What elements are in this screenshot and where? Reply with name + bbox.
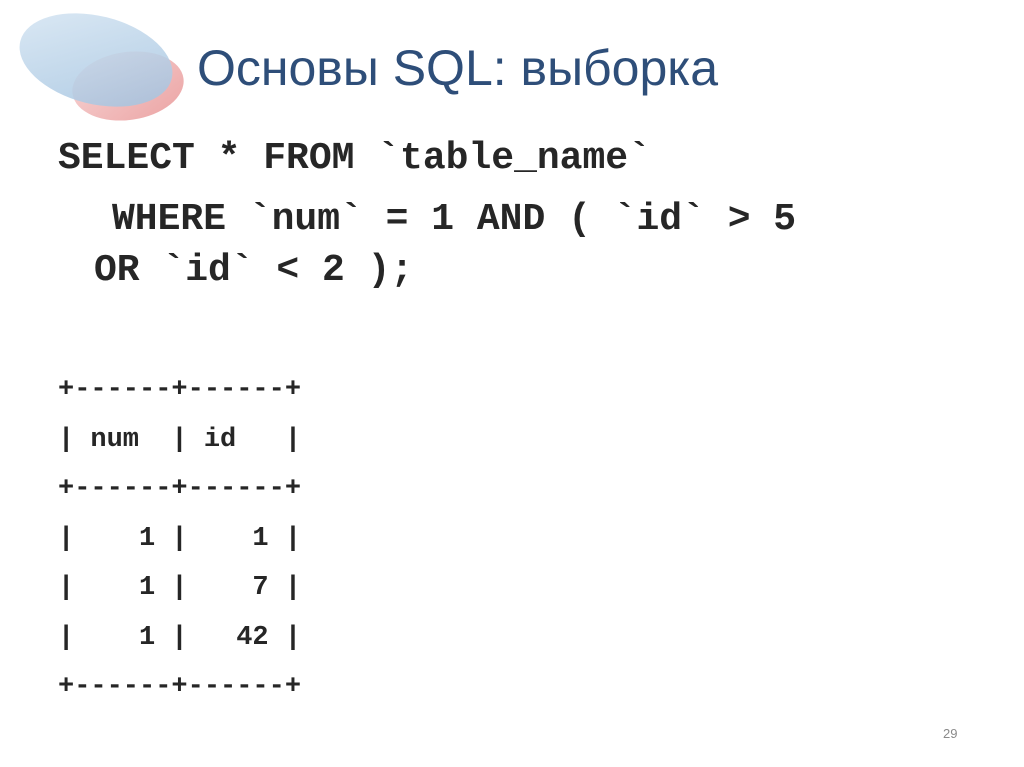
table-header-row: | num | id | — [58, 424, 302, 455]
table-row: | 1 | 7 | — [58, 573, 302, 603]
slide-title: Основы SQL: выборка — [197, 40, 719, 96]
logo-ellipses-icon — [19, 13, 184, 121]
table-border-bottom: +------+------+ — [58, 672, 302, 702]
query-line-select: SELECT * FROM `table_name` — [58, 137, 651, 180]
table-border-top: +------+------+ — [58, 375, 302, 405]
result-table: +------+------+ | num | id | +------+---… — [58, 366, 301, 713]
query-line-where: WHERE `num` = 1 AND ( `id` > 5 — [112, 198, 797, 241]
table-row: | 1 | 42 | — [58, 622, 302, 653]
page-number: 29 — [943, 726, 958, 741]
table-border-mid: +------+------+ — [58, 474, 302, 504]
slide: Основы SQL: выборка SELECT * FROM `table… — [0, 0, 1024, 767]
query-line-or: OR `id` < 2 ); — [94, 249, 414, 292]
table-row: | 1 | 1 | — [58, 523, 302, 554]
